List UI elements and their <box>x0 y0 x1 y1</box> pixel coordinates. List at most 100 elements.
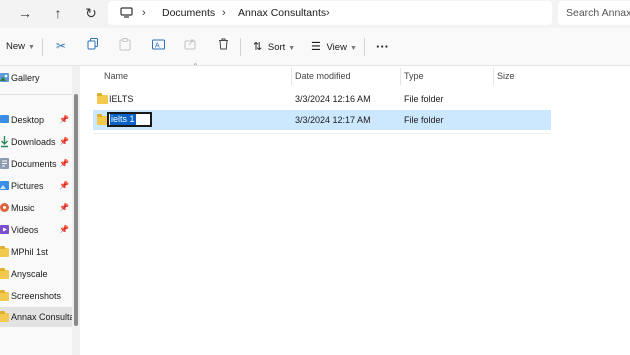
trash-icon <box>218 38 228 50</box>
scissors-icon: ✂ <box>55 39 67 53</box>
sidebar-item-downloads[interactable]: Downloads 📌 <box>0 132 72 152</box>
sidebar-item-label: Documents <box>11 159 57 169</box>
sidebar-scrollbar[interactable] <box>72 66 80 355</box>
share-icon <box>184 39 196 50</box>
more-options-button[interactable]: ··· <box>376 37 389 57</box>
paste-icon <box>119 38 131 51</box>
folder-icon <box>0 268 9 283</box>
pin-icon[interactable]: 📌 <box>59 220 69 240</box>
forward-button[interactable]: → <box>14 4 36 22</box>
table-row[interactable]: IELTS 3/3/2024 12:16 AM File folder <box>93 89 551 109</box>
sort-indicator-icon: ⌃ <box>192 62 199 71</box>
file-name: IELTS <box>109 94 134 104</box>
sidebar-item-label: MPhil 1st <box>11 247 49 257</box>
sidebar-item-label: Anyscale <box>11 269 48 279</box>
view-list-icon: ☰ <box>311 41 321 53</box>
sort-icon: ⇅ <box>253 41 263 53</box>
view-label: View <box>326 42 347 53</box>
column-divider[interactable] <box>493 68 494 85</box>
download-icon <box>1 136 8 148</box>
music-icon <box>0 203 9 212</box>
sidebar-item-label: Pictures <box>11 181 44 191</box>
chevron-down-icon: ▼ <box>349 45 357 52</box>
sidebar-item-label: Annax Consultants <box>11 312 72 322</box>
share-button[interactable] <box>182 38 198 54</box>
delete-button[interactable] <box>215 38 231 54</box>
sidebar-item-anyscale[interactable]: Anyscale <box>0 264 72 284</box>
rename-button[interactable]: A <box>150 38 166 54</box>
scrollbar-thumb[interactable] <box>74 94 78 326</box>
column-divider[interactable] <box>291 68 292 85</box>
refresh-icon: ↻ <box>85 5 97 21</box>
new-button[interactable]: New ▼ <box>6 37 35 57</box>
more-icon: ··· <box>376 39 389 54</box>
folder-icon <box>0 311 9 326</box>
copy-button[interactable] <box>85 38 101 54</box>
sidebar-item-screenshots[interactable]: Screenshots <box>0 286 72 306</box>
column-divider[interactable] <box>400 68 401 85</box>
documents-icon <box>0 158 9 169</box>
column-header-date-modified[interactable]: Date modified <box>295 66 351 86</box>
divider <box>364 38 365 56</box>
sidebar-item-pictures[interactable]: Pictures 📌 <box>0 176 72 196</box>
chevron-right-icon[interactable]: › <box>142 1 146 25</box>
sidebar-item-mphil-1st[interactable]: MPhil 1st <box>0 242 72 262</box>
column-header-size[interactable]: Size <box>497 66 515 86</box>
copy-icon <box>87 38 98 50</box>
divider <box>0 94 72 95</box>
sidebar-item-label: Gallery <box>11 73 40 83</box>
sidebar-item-label: Screenshots <box>11 291 62 301</box>
chevron-right-icon[interactable]: › <box>222 1 226 25</box>
navigation-pane: Gallery Desktop 📌 Downloads 📌 Documents … <box>0 66 80 355</box>
paste-button[interactable] <box>117 38 133 54</box>
folder-icon <box>0 290 9 305</box>
folder-icon <box>97 93 108 104</box>
desktop-icon <box>0 115 9 123</box>
divider <box>42 38 43 56</box>
pictures-icon <box>0 181 9 190</box>
cut-button[interactable]: ✂ <box>53 38 69 54</box>
sort-button[interactable]: ⇅ Sort ▼ <box>253 37 295 57</box>
sidebar-item-documents[interactable]: Documents 📌 <box>0 154 72 174</box>
rename-selected-text: ielts 1 <box>110 114 136 125</box>
search-input[interactable]: Search Annax Consultants <box>566 1 630 25</box>
file-list: ⌃ Name Date modified Type Size IELTS 3/3… <box>80 62 630 355</box>
sort-label: Sort <box>267 42 286 53</box>
sidebar-item-label: Desktop <box>11 115 45 125</box>
column-header-name[interactable]: Name <box>104 66 128 86</box>
sidebar-item-label: Downloads <box>11 137 56 147</box>
chevron-right-icon[interactable]: › <box>326 1 330 25</box>
pin-icon[interactable]: 📌 <box>59 110 69 130</box>
pin-icon[interactable]: 📌 <box>59 198 69 218</box>
sidebar-item-label: Videos <box>11 225 39 235</box>
arrow-up-icon: ↑ <box>54 5 62 21</box>
search-box[interactable]: Search Annax Consultants <box>558 1 630 25</box>
command-bar: New ▼ ✂ A ⇅ Sort ▼ ☰ View ▼ ··· <box>0 28 630 66</box>
table-row[interactable]: ielts 1 3/3/2024 12:17 AM File folder <box>93 110 551 130</box>
sidebar-item-music[interactable]: Music 📌 <box>0 198 72 218</box>
rename-field[interactable]: ielts 1 <box>107 112 152 127</box>
pin-icon[interactable]: 📌 <box>59 176 69 196</box>
pin-icon[interactable]: 📌 <box>59 154 69 174</box>
file-type: File folder <box>404 94 444 104</box>
sidebar-item-desktop[interactable]: Desktop 📌 <box>0 110 72 130</box>
videos-icon <box>0 225 9 234</box>
divider <box>240 38 241 56</box>
pin-icon[interactable]: 📌 <box>59 132 69 152</box>
view-button[interactable]: ☰ View ▼ <box>311 37 357 57</box>
folder-icon <box>0 246 9 261</box>
sidebar-item-videos[interactable]: Videos 📌 <box>0 220 72 240</box>
file-type: File folder <box>404 115 444 125</box>
column-header-type[interactable]: Type <box>404 66 424 86</box>
sidebar-item-label: Music <box>11 203 35 213</box>
sidebar-item-annax-consultants[interactable]: Annax Consultants <box>0 307 72 327</box>
breadcrumb-documents[interactable]: Documents <box>162 1 215 25</box>
chevron-down-icon: ▼ <box>288 45 296 52</box>
address-bar[interactable]: › Documents › Annax Consultants › <box>108 1 552 25</box>
sidebar-item-gallery[interactable]: Gallery <box>0 68 72 88</box>
up-button[interactable]: ↑ <box>47 4 69 22</box>
arrow-right-icon: → <box>18 5 32 21</box>
svg-text:A: A <box>155 43 160 50</box>
breadcrumb-annax-consultants[interactable]: Annax Consultants <box>238 1 326 25</box>
refresh-button[interactable]: ↻ <box>80 4 102 22</box>
